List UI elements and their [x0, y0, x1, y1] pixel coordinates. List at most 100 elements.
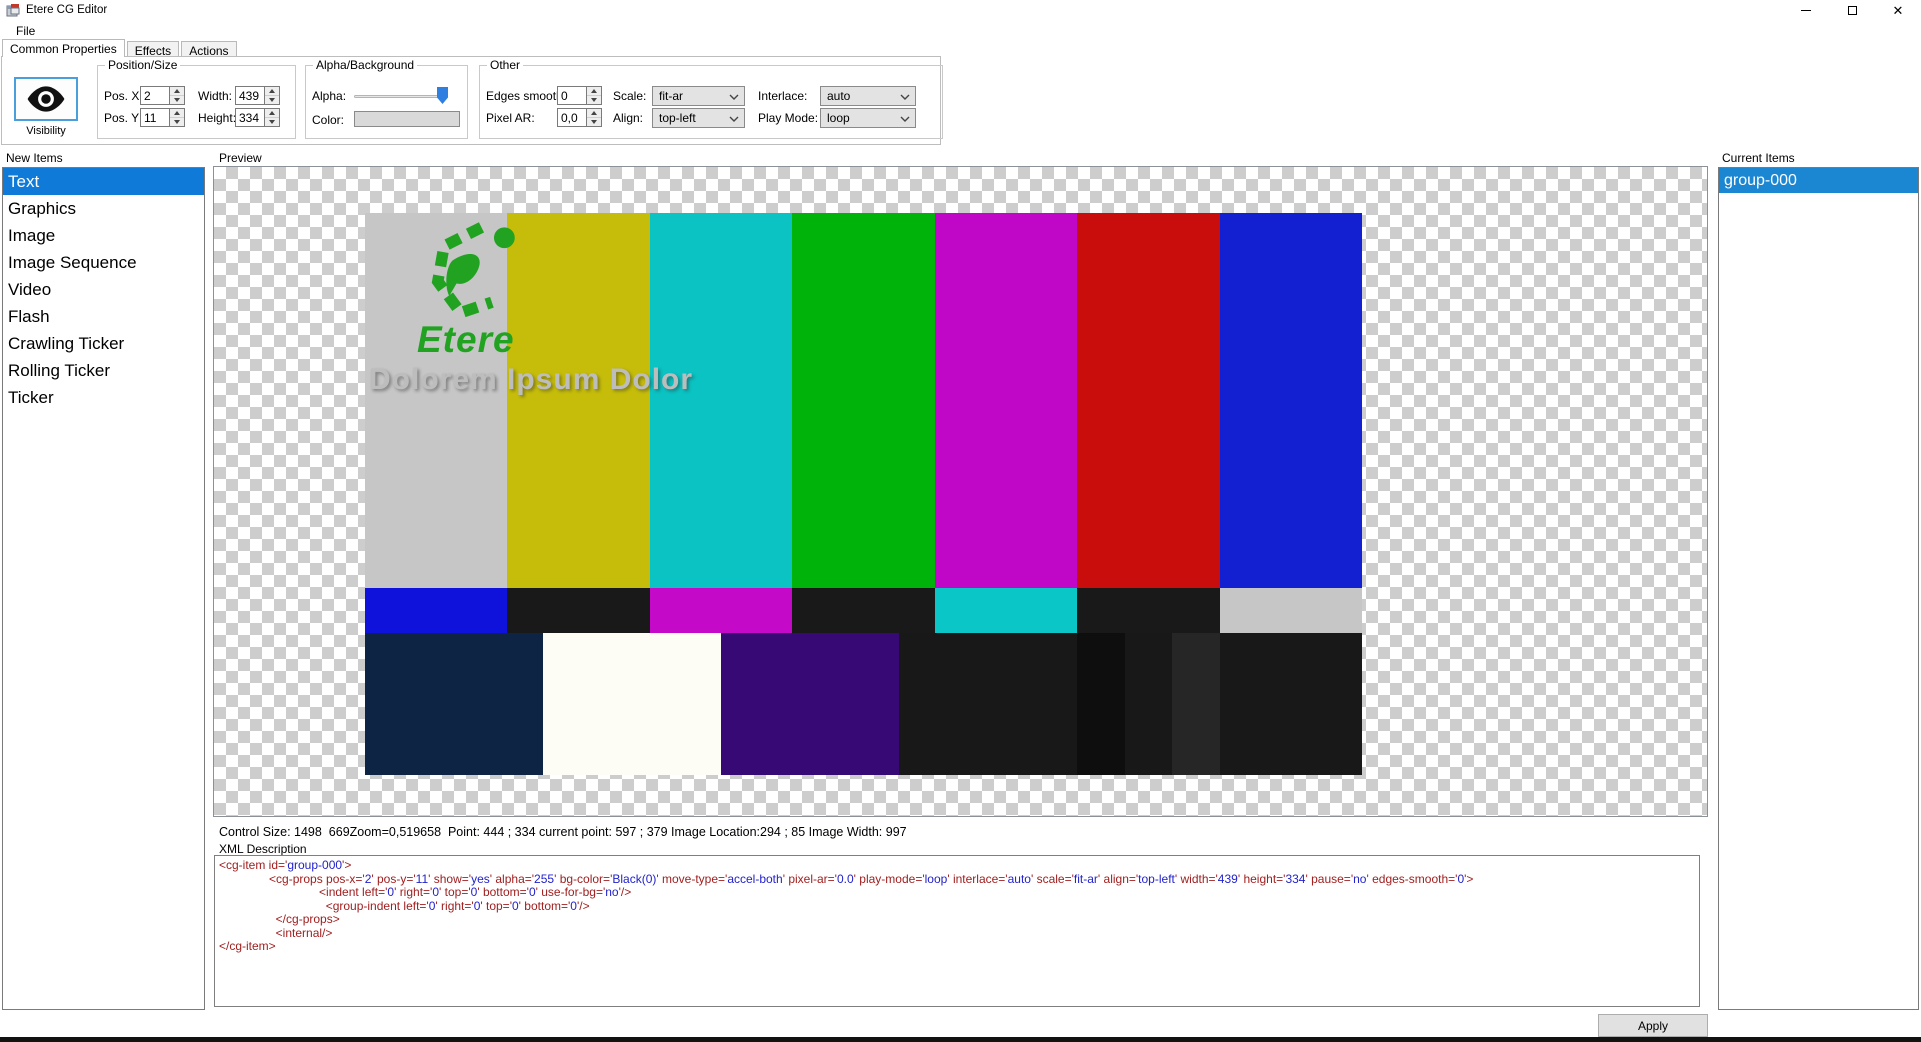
pos-y-input[interactable] — [140, 108, 170, 127]
color-bar — [507, 213, 649, 588]
alpha-slider-thumb[interactable] — [437, 87, 448, 104]
tab-actions[interactable]: Actions — [181, 41, 236, 57]
height-label: Height: — [198, 111, 236, 125]
maximize-button[interactable] — [1829, 0, 1875, 20]
minimize-button[interactable] — [1783, 0, 1829, 20]
tab-common-properties[interactable]: Common Properties — [2, 39, 125, 57]
common-properties-panel: Visibility Position/Size Pos. X Width: P… — [1, 56, 941, 145]
pos-x-spinner[interactable] — [170, 86, 185, 105]
list-item[interactable]: Image — [3, 222, 204, 249]
edges-smooth-input[interactable] — [557, 86, 587, 105]
color-bar — [1077, 588, 1219, 633]
test-card-image: Etere Dolorem Ipsum Dolor — [365, 213, 1362, 775]
list-item[interactable]: group-000 — [1719, 168, 1918, 193]
color-bar — [1172, 633, 1219, 775]
pixel-ar-spinner[interactable] — [587, 108, 602, 127]
test-card-subtitle: Dolorem Ipsum Dolor — [369, 363, 693, 397]
color-bar — [1220, 213, 1362, 588]
color-bar — [1077, 213, 1219, 588]
preview-canvas[interactable]: Etere Dolorem Ipsum Dolor — [213, 166, 1708, 817]
height-input[interactable] — [235, 108, 265, 127]
menu-file[interactable]: File — [10, 23, 41, 39]
middle-bars-row — [365, 588, 1362, 633]
pos-x-label: Pos. X — [104, 89, 139, 103]
chevron-down-icon — [900, 116, 910, 122]
color-bar — [365, 633, 543, 775]
eye-icon — [27, 86, 65, 112]
color-bar — [935, 588, 1077, 633]
color-bar — [650, 588, 792, 633]
current-items-list[interactable]: group-000 — [1718, 167, 1919, 1010]
height-spinner[interactable] — [265, 108, 280, 127]
list-item[interactable]: Ticker — [3, 384, 204, 411]
width-spinner[interactable] — [265, 86, 280, 105]
xml-description-box[interactable]: <cg-item id='group-000'> <cg-props pos-x… — [214, 855, 1700, 1007]
current-items-label: Current Items — [1722, 151, 1795, 165]
app-window: Etere CG Editor ✕ File Common Properties… — [0, 0, 1921, 1042]
xml-line: <internal/> — [219, 927, 1695, 941]
list-item[interactable]: Video — [3, 276, 204, 303]
bottom-edge — [0, 1037, 1921, 1042]
edges-smooth-spinner[interactable] — [587, 86, 602, 105]
play-mode-value: loop — [827, 111, 850, 125]
pos-x-input[interactable] — [140, 86, 170, 105]
color-bar — [1220, 588, 1362, 633]
list-item[interactable]: Text — [3, 168, 204, 195]
color-bar — [1077, 633, 1124, 775]
tab-effects[interactable]: Effects — [127, 41, 179, 57]
color-bar — [543, 633, 721, 775]
list-item[interactable]: Image Sequence — [3, 249, 204, 276]
preview-status-line: Control Size: 1498 669Zoom=0,519658 Poin… — [219, 825, 907, 839]
chevron-down-icon — [729, 94, 739, 100]
list-item[interactable]: Rolling Ticker — [3, 357, 204, 384]
menu-bar: File — [0, 20, 1921, 40]
align-label: Align: — [613, 111, 643, 125]
edges-smooth-label: Edges smooth: — [486, 89, 566, 103]
color-bar — [721, 633, 899, 775]
pixel-ar-input[interactable] — [557, 108, 587, 127]
preview-label: Preview — [219, 151, 262, 165]
apply-button[interactable]: Apply — [1598, 1014, 1708, 1037]
list-item[interactable]: Flash — [3, 303, 204, 330]
new-items-list[interactable]: TextGraphicsImageImage SequenceVideoFlas… — [2, 167, 205, 1010]
color-bar — [792, 213, 934, 588]
visibility-button[interactable] — [14, 77, 78, 121]
color-picker[interactable] — [354, 111, 460, 127]
minimize-icon — [1801, 10, 1811, 11]
app-icon — [6, 3, 20, 17]
play-mode-dropdown[interactable]: loop — [820, 108, 916, 128]
align-dropdown[interactable]: top-left — [652, 108, 745, 128]
group-alpha-background: Alpha/Background Alpha: Color: — [305, 65, 468, 139]
color-bar — [365, 588, 507, 633]
tab-strip: Common Properties Effects Actions — [2, 39, 239, 57]
color-bar — [792, 588, 934, 633]
play-mode-label: Play Mode: — [758, 111, 818, 125]
color-bar — [1125, 633, 1172, 775]
group-alpha-background-label: Alpha/Background — [313, 58, 417, 72]
alpha-slider[interactable] — [354, 95, 446, 98]
pos-y-spinner[interactable] — [170, 108, 185, 127]
chevron-down-icon — [729, 116, 739, 122]
color-bar — [507, 588, 649, 633]
color-bar — [650, 213, 792, 588]
scale-label: Scale: — [613, 89, 646, 103]
test-card-logo-text: Etere — [417, 319, 515, 361]
scale-dropdown[interactable]: fit-ar — [652, 86, 745, 106]
scale-value: fit-ar — [659, 89, 683, 103]
close-button[interactable]: ✕ — [1875, 0, 1921, 20]
list-item[interactable]: Graphics — [3, 195, 204, 222]
interlace-label: Interlace: — [758, 89, 807, 103]
width-input[interactable] — [235, 86, 265, 105]
xml-line: </cg-item> — [219, 940, 1695, 954]
color-bar — [1220, 633, 1362, 775]
pixel-ar-label: Pixel AR: — [486, 111, 535, 125]
color-bar — [899, 633, 1077, 775]
color-label: Color: — [312, 113, 344, 127]
title-bar[interactable]: Etere CG Editor ✕ — [0, 0, 1921, 20]
interlace-dropdown[interactable]: auto — [820, 86, 916, 106]
list-item[interactable]: Crawling Ticker — [3, 330, 204, 357]
xml-line: <group-indent left='0' right='0' top='0'… — [219, 900, 1695, 914]
bottom-bars-row — [365, 633, 1362, 775]
align-value: top-left — [659, 111, 696, 125]
pos-y-label: Pos. Y — [104, 111, 139, 125]
